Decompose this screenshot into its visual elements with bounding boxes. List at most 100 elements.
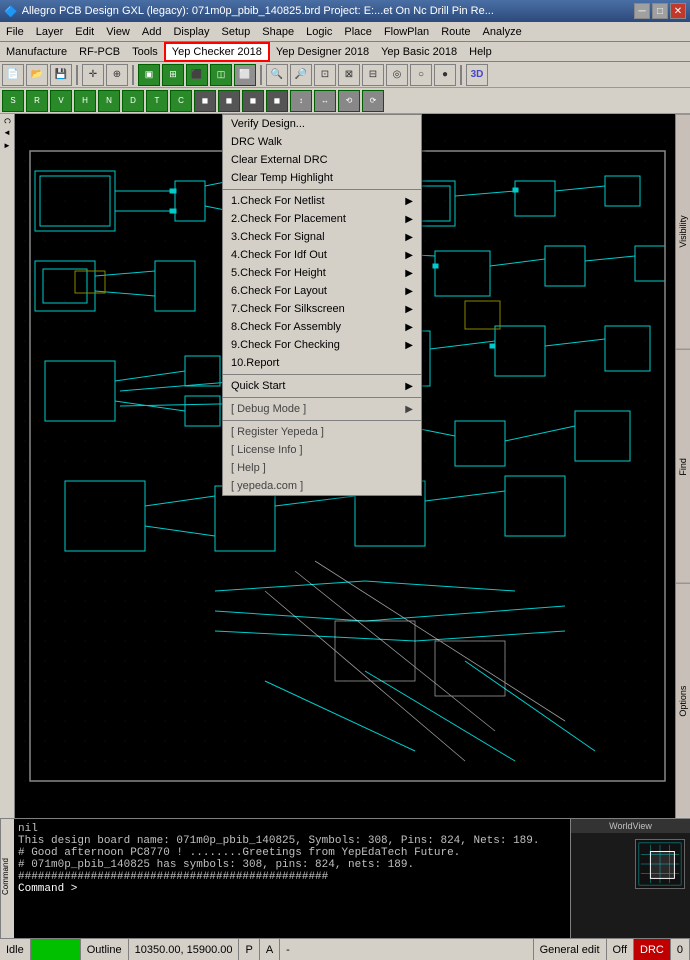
menu-add[interactable]: Add [136,24,168,40]
tb2-btn6[interactable]: D [122,90,144,112]
menu-edit[interactable]: Edit [69,24,100,40]
tb2-btn13[interactable]: ↕ [290,90,312,112]
dd-item-16[interactable]: Quick Start▶ [223,377,421,395]
tb-open[interactable]: 📂 [26,64,48,86]
canvas-area[interactable]: Verify Design...DRC WalkClear External D… [15,114,675,818]
tb-btn10[interactable]: ◎ [386,64,408,86]
dd-item-label-9: 5.Check For Height [231,267,326,279]
dd-item-10[interactable]: 6.Check For Layout▶ [223,282,421,300]
tb-save[interactable]: 💾 [50,64,72,86]
log-line-6[interactable]: Command > [18,883,566,895]
worldview-label: WorldView [571,819,690,833]
maximize-button[interactable]: □ [652,3,668,19]
dd-item-5[interactable]: 1.Check For Netlist▶ [223,192,421,210]
toolbar-1: 📄 📂 💾 ✛ ⊕ ▣ ⊞ ⬛ ◫ ⬜ 🔍 🔎 ⊡ ⊠ ⊟ ◎ ○ ● 3D [0,62,690,88]
menu-layer[interactable]: Layer [30,24,70,40]
dd-item-label-22: [ Help ] [231,462,266,474]
find-tab[interactable]: Find [676,349,690,584]
dd-item-arrow-9: ▶ [405,268,413,279]
menu-rfpcb[interactable]: RF-PCB [73,44,126,60]
menu-flowplan[interactable]: FlowPlan [378,24,435,40]
dd-item-9[interactable]: 5.Check For Height ▶ [223,264,421,282]
dd-item-arrow-13: ▶ [405,340,413,351]
dd-separator-15 [223,374,421,375]
dd-item-13[interactable]: 9.Check For Checking▶ [223,336,421,354]
dd-item-label-3: Clear Temp Highlight [231,172,333,184]
menu-place[interactable]: Place [338,24,378,40]
options-tab[interactable]: Options [676,583,690,818]
tb-btn6[interactable]: 🔎 [290,64,312,86]
dd-item-6[interactable]: 2.Check For Placement▶ [223,210,421,228]
tb-btn11[interactable]: ○ [410,64,432,86]
dd-item-label-18: [ Debug Mode ] [231,403,306,415]
tb2-btn4[interactable]: H [74,90,96,112]
command-label: Command [0,819,14,938]
tb2-btn3[interactable]: V [50,90,72,112]
tb2-btn1[interactable]: S [2,90,24,112]
worldview-box [635,839,685,889]
dd-item-1[interactable]: DRC Walk [223,133,421,151]
tb2-btn12[interactable]: ◼ [266,90,288,112]
menu-shape[interactable]: Shape [256,24,300,40]
tb-green4[interactable]: ◫ [210,64,232,86]
menu-yep-designer[interactable]: Yep Designer 2018 [270,44,375,60]
menu-manufacture[interactable]: Manufacture [0,44,73,60]
menu-route[interactable]: Route [435,24,476,40]
menu-tools[interactable]: Tools [126,44,164,60]
menu-help[interactable]: Help [463,44,498,60]
dd-item-7[interactable]: 3.Check For Signal▶ [223,228,421,246]
tb2-btn10[interactable]: ◼ [218,90,240,112]
tb-zoom-in[interactable]: ⊕ [106,64,128,86]
minimize-button[interactable]: ─ [634,3,650,19]
tb-btn5[interactable]: 🔍 [266,64,288,86]
menu-file[interactable]: File [0,24,30,40]
tb2-btn2[interactable]: R [26,90,48,112]
tb2-btn14[interactable]: ↔ [314,90,336,112]
menu-display[interactable]: Display [167,24,215,40]
dd-item-arrow-6: ▶ [405,214,413,225]
dd-separator-4 [223,189,421,190]
tb2-btn5[interactable]: N [98,90,120,112]
visibility-tab[interactable]: Visibility [676,114,690,349]
tb2-btn15[interactable]: ⟲ [338,90,360,112]
menu-view[interactable]: View [100,24,136,40]
dd-item-3[interactable]: Clear Temp Highlight [223,169,421,187]
tb2-btn11[interactable]: ◼ [242,90,264,112]
tb2-btn8[interactable]: C [170,90,192,112]
menu-yep-basic[interactable]: Yep Basic 2018 [375,44,463,60]
menu-analyze[interactable]: Analyze [477,24,528,40]
tb-gray1[interactable]: ⬜ [234,64,256,86]
dd-item-2[interactable]: Clear External DRC [223,151,421,169]
dd-item-21[interactable]: [ License Info ] [223,441,421,459]
tb-green2[interactable]: ⊞ [162,64,184,86]
command-log: nil This design board name: 071m0p_pbib_… [14,819,570,938]
tb-green3[interactable]: ⬛ [186,64,208,86]
dd-item-12[interactable]: 8.Check For Assembly▶ [223,318,421,336]
tb2-btn9[interactable]: ◼ [194,90,216,112]
dd-item-14[interactable]: 10.Report [223,354,421,372]
dd-item-label-10: 6.Check For Layout [231,285,327,297]
tb-btn9[interactable]: ⊟ [362,64,384,86]
menu-yep-checker[interactable]: Yep Checker 2018 [164,42,270,62]
tb2-btn7[interactable]: T [146,90,168,112]
tb-new[interactable]: 📄 [2,64,24,86]
dd-item-8[interactable]: 4.Check For Idf Out▶ [223,246,421,264]
window-controls: ─ □ ✕ [634,3,686,19]
command-label-text: Command [1,858,10,895]
dd-item-23[interactable]: [ yepeda.com ] [223,477,421,495]
dd-item-11[interactable]: 7.Check For Silkscreen▶ [223,300,421,318]
menu-setup[interactable]: Setup [216,24,257,40]
tb-3d[interactable]: 3D [466,64,488,86]
tb-btn8[interactable]: ⊠ [338,64,360,86]
dd-item-22[interactable]: [ Help ] [223,459,421,477]
dd-item-0[interactable]: Verify Design... [223,115,421,133]
tb-move[interactable]: ✛ [82,64,104,86]
menu-logic[interactable]: Logic [300,24,338,40]
dd-item-20[interactable]: [ Register Yepeda ] [223,423,421,441]
close-button[interactable]: ✕ [670,3,686,19]
tb-btn7[interactable]: ⊡ [314,64,336,86]
tb-btn12[interactable]: ● [434,64,456,86]
tb-green1[interactable]: ▣ [138,64,160,86]
tb2-btn16[interactable]: ⟳ [362,90,384,112]
dd-item-18[interactable]: [ Debug Mode ]▶ [223,400,421,418]
